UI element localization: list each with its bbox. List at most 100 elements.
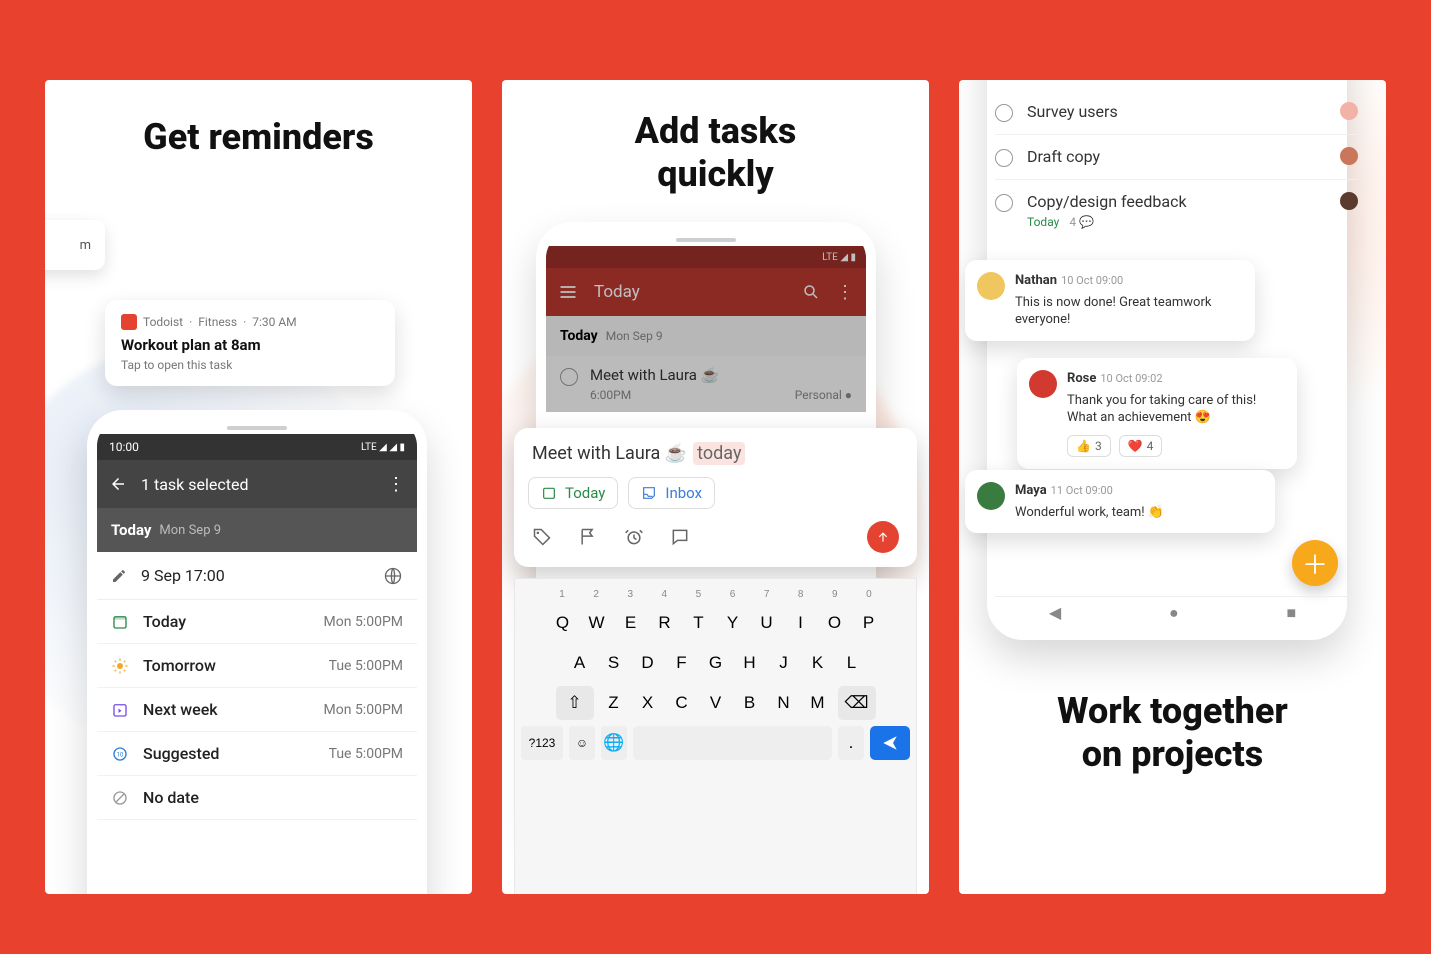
- emoji-key[interactable]: ☺: [569, 726, 595, 760]
- svg-text:10: 10: [117, 751, 124, 758]
- notif-subtitle: Tap to open this task: [121, 358, 379, 372]
- key-k[interactable]: K: [804, 646, 832, 680]
- assignee-avatar: [1340, 192, 1358, 210]
- notif-context: Fitness: [198, 315, 237, 329]
- comment-card[interactable]: Rose10 Oct 09:02 Thank you for taking ca…: [1017, 358, 1297, 469]
- key-t[interactable]: T: [685, 606, 713, 640]
- key-d[interactable]: D: [634, 646, 662, 680]
- key-b[interactable]: B: [736, 686, 764, 720]
- option-suggested[interactable]: 10 Suggested Tue 5:00PM: [97, 732, 417, 776]
- key-i[interactable]: I: [787, 606, 815, 640]
- key-q[interactable]: Q: [549, 606, 577, 640]
- add-tasks-panel: Add tasks quickly LTE ◢ ▮ Today ⋮ Today …: [502, 80, 929, 894]
- key-h[interactable]: H: [736, 646, 764, 680]
- section-header: Today Mon Sep 9: [97, 508, 417, 552]
- back-icon[interactable]: [109, 475, 127, 493]
- label-icon[interactable]: [532, 527, 552, 547]
- key-y[interactable]: Y: [719, 606, 747, 640]
- key-f[interactable]: F: [668, 646, 696, 680]
- nodate-icon: [111, 789, 129, 807]
- reaction-heart[interactable]: ❤️4: [1119, 435, 1163, 457]
- shift-key[interactable]: ⇧: [556, 686, 594, 720]
- priority-flag-icon[interactable]: [578, 527, 598, 547]
- task-checkbox[interactable]: [995, 104, 1013, 122]
- panel3-title: Work together on projects: [959, 690, 1386, 776]
- clock: 10:00: [109, 440, 139, 454]
- panel1-title: Get reminders: [45, 116, 472, 159]
- key-z[interactable]: Z: [600, 686, 628, 720]
- tomorrow-icon: [111, 657, 129, 675]
- keyboard-number-hints: 1234567890: [521, 585, 910, 600]
- key-g[interactable]: G: [702, 646, 730, 680]
- task-input[interactable]: Meet with Laura ☕ today: [528, 442, 903, 465]
- comment-card[interactable]: Nathan10 Oct 09:00 This is now done! Gre…: [965, 260, 1255, 341]
- keyboard-send-key[interactable]: [870, 726, 910, 760]
- reminder-alarm-icon[interactable]: [624, 527, 644, 547]
- period-key[interactable]: .: [838, 726, 864, 760]
- work-together-panel: Survey users Draft copy Copy/design feed…: [959, 80, 1386, 894]
- section-date: Mon Sep 9: [159, 523, 221, 538]
- submit-task-button[interactable]: [867, 521, 899, 553]
- key-l[interactable]: L: [838, 646, 866, 680]
- list-item[interactable]: Copy/design feedback Today 4 💬: [995, 180, 1358, 241]
- backspace-key[interactable]: ⌫: [838, 686, 876, 720]
- add-task-fab[interactable]: ＋: [1292, 540, 1338, 586]
- option-today[interactable]: Today Mon 5:00PM: [97, 600, 417, 644]
- avatar: [977, 272, 1005, 300]
- list-item[interactable]: Draft copy: [995, 135, 1358, 180]
- reaction-thumbsup[interactable]: 👍3: [1067, 435, 1111, 457]
- status-icons: LTE ◢ ◢ ▮: [361, 442, 405, 453]
- key-e[interactable]: E: [617, 606, 645, 640]
- nav-home-icon[interactable]: ●: [1169, 603, 1179, 623]
- key-p[interactable]: P: [855, 606, 883, 640]
- key-s[interactable]: S: [600, 646, 628, 680]
- key-v[interactable]: V: [702, 686, 730, 720]
- phone-frame-1: 10:00 LTE ◢ ◢ ▮ 1 task selected ⋮ Today …: [87, 410, 427, 894]
- comment-card[interactable]: Maya11 Oct 09:00 Wonderful work, team! 👏: [965, 470, 1275, 533]
- dim-overlay: [546, 246, 866, 412]
- nlp-highlight-today: today: [693, 442, 745, 465]
- keyboard-row-2: ASDFGHJKL: [521, 646, 910, 680]
- comment-text: Wonderful work, team! 👏: [1015, 504, 1164, 522]
- input-text: Meet with Laura ☕: [532, 443, 687, 464]
- key-x[interactable]: X: [634, 686, 662, 720]
- option-tomorrow[interactable]: Tomorrow Tue 5:00PM: [97, 644, 417, 688]
- key-j[interactable]: J: [770, 646, 798, 680]
- android-navbar: ◀ ● ■: [995, 596, 1350, 628]
- today-icon: [111, 613, 129, 631]
- key-r[interactable]: R: [651, 606, 679, 640]
- key-c[interactable]: C: [668, 686, 696, 720]
- key-w[interactable]: W: [583, 606, 611, 640]
- nav-recents-icon[interactable]: ■: [1286, 603, 1296, 623]
- key-o[interactable]: O: [821, 606, 849, 640]
- nav-back-icon[interactable]: ◀: [1049, 603, 1061, 622]
- globe-icon[interactable]: [383, 566, 403, 586]
- task-checkbox[interactable]: [995, 149, 1013, 167]
- get-reminders-panel: Get reminders m Todoist · Fitness · 7:30…: [45, 80, 472, 894]
- panel2-title: Add tasks quickly: [502, 110, 929, 196]
- key-m[interactable]: M: [804, 686, 832, 720]
- key-a[interactable]: A: [566, 646, 594, 680]
- list-item[interactable]: Survey users: [995, 90, 1358, 135]
- notif-app: Todoist: [143, 315, 183, 329]
- space-key[interactable]: [633, 726, 832, 760]
- option-next-week[interactable]: Next week Mon 5:00PM: [97, 688, 417, 732]
- symbols-key[interactable]: ?123: [521, 726, 563, 760]
- overflow-menu-icon[interactable]: ⋮: [387, 474, 405, 495]
- key-n[interactable]: N: [770, 686, 798, 720]
- schedule-chip-today[interactable]: Today: [528, 477, 618, 509]
- reminder-notification[interactable]: Todoist · Fitness · 7:30 AM Workout plan…: [105, 300, 395, 386]
- section-day: Today: [111, 521, 151, 539]
- option-no-date[interactable]: No date: [97, 776, 417, 820]
- language-key[interactable]: 🌐: [601, 726, 627, 760]
- key-u[interactable]: U: [753, 606, 781, 640]
- comment-icon[interactable]: [670, 527, 690, 547]
- statusbar: 10:00 LTE ◢ ◢ ▮: [97, 434, 417, 460]
- task-checkbox[interactable]: [995, 194, 1013, 212]
- project-chip-inbox[interactable]: Inbox: [628, 477, 715, 509]
- keyboard-row-3: ⇧ ZXCVBNM ⌫: [521, 686, 910, 720]
- nextweek-icon: [111, 701, 129, 719]
- keyboard-row-1: QWERTYUIOP: [521, 606, 910, 640]
- schedule-edit-row[interactable]: 9 Sep 17:00: [97, 552, 417, 600]
- soft-keyboard[interactable]: 1234567890 QWERTYUIOP ASDFGHJKL ⇧ ZXCVBN…: [514, 578, 917, 894]
